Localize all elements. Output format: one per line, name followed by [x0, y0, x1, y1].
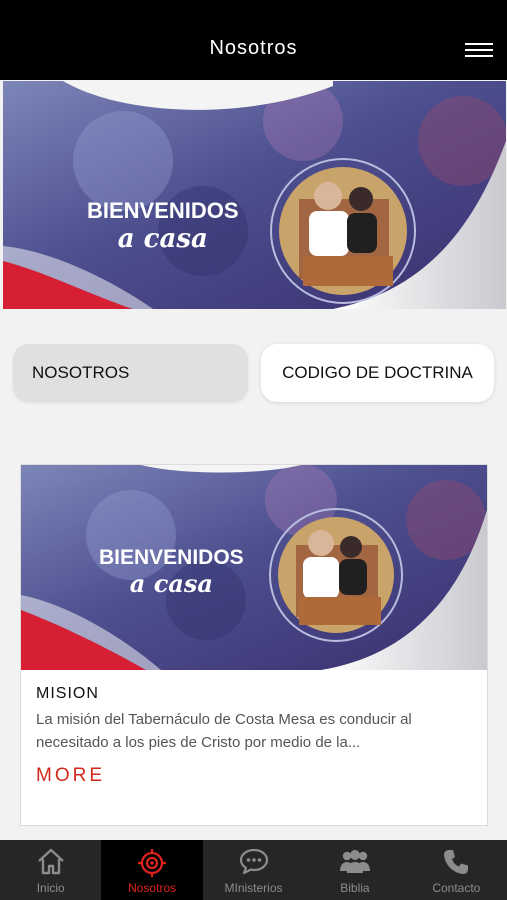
welcome-line1: BIENVENIDOS	[87, 198, 239, 223]
card-image-graphic	[21, 465, 487, 670]
top-bar: Nosotros	[0, 0, 507, 80]
nav-biblia[interactable]: Biblia	[304, 840, 405, 900]
nav-ministerios[interactable]: MInisterios	[203, 840, 304, 900]
card-title: MISION	[36, 685, 99, 702]
home-icon	[37, 848, 64, 875]
nav-contacto-label: Contacto	[432, 881, 481, 895]
hero-banner: BIENVENIDOS a casa	[3, 81, 506, 309]
more-link[interactable]: MORE	[36, 765, 105, 787]
nav-inicio[interactable]: Inicio	[0, 840, 101, 900]
nav-nosotros[interactable]: Nosotros	[101, 840, 203, 900]
nav-biblia-label: Biblia	[340, 881, 370, 895]
nav-nosotros-label: Nosotros	[128, 881, 177, 895]
tab-nosotros[interactable]: NOSOTROS	[13, 344, 248, 402]
nav-ministerios-label: MInisterios	[224, 881, 283, 895]
card-welcome-line2: a casa	[129, 569, 213, 598]
welcome-text: BIENVENIDOS a casa	[87, 198, 239, 254]
chat-bubble-icon	[239, 848, 268, 875]
page-title: Nosotros	[209, 37, 298, 59]
card-image: BIENVENIDOS a casa	[21, 465, 487, 670]
mision-card[interactable]: BIENVENIDOS a casa MISION La misión del …	[20, 464, 488, 826]
hamburger-menu-icon[interactable]	[465, 40, 495, 62]
hero-banner-graphic	[3, 81, 506, 309]
phone-icon	[444, 850, 469, 874]
card-welcome-line1: BIENVENIDOS	[99, 546, 244, 569]
card-body: La misión del Tabernáculo de Costa Mesa …	[36, 711, 412, 751]
bottom-nav: Inicio Nosotros MInisterios Biblia Conta…	[0, 840, 507, 900]
welcome-line2: a casa	[117, 224, 208, 254]
nav-inicio-label: Inicio	[36, 881, 65, 895]
group-icon	[339, 850, 370, 873]
target-icon	[138, 849, 167, 877]
nav-contacto[interactable]: Contacto	[406, 840, 507, 900]
card-welcome-text: BIENVENIDOS a casa	[99, 547, 244, 596]
tab-codigo-de-doctrina[interactable]: CODIGO DE DOCTRINA	[261, 344, 494, 402]
